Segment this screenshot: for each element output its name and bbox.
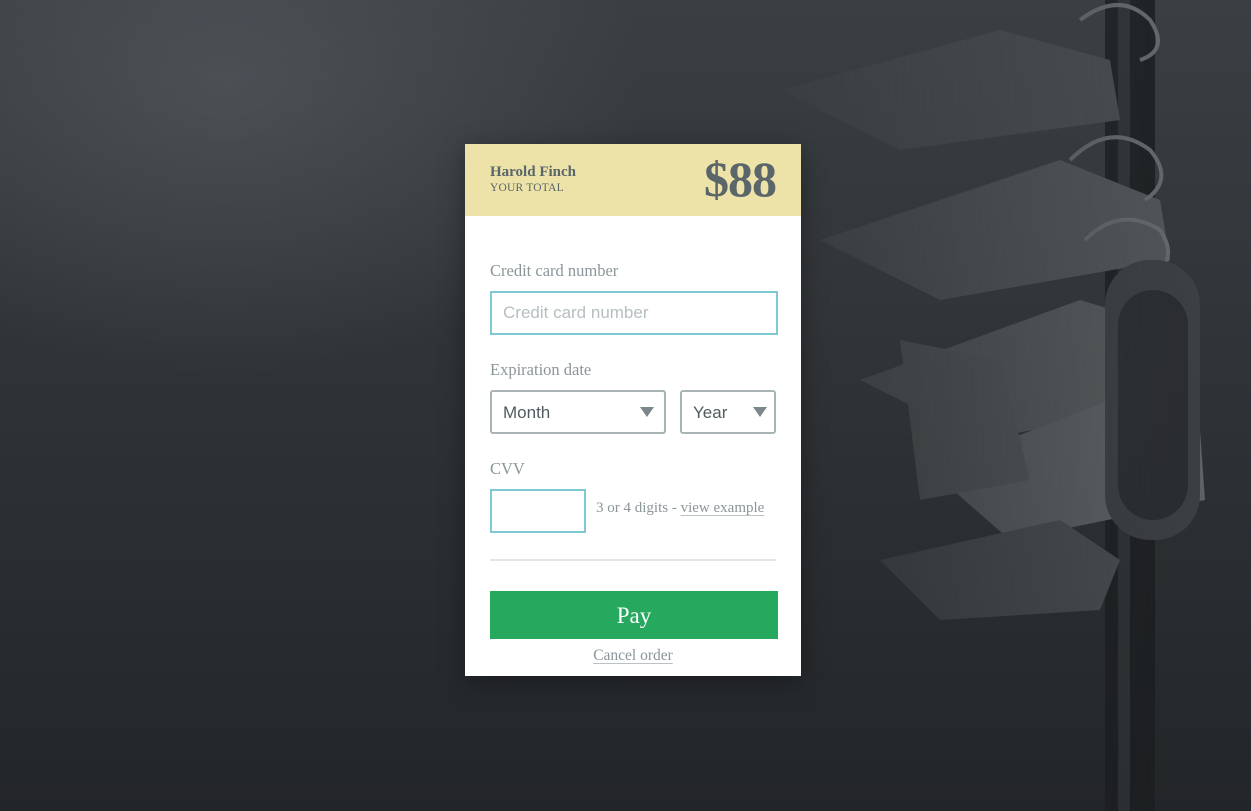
caret-down-icon: [753, 407, 767, 417]
cvv-input[interactable]: [490, 489, 586, 533]
total-label: YOUR TOTAL: [490, 182, 564, 194]
card-number-label: Credit card number: [490, 261, 619, 280]
view-example-link[interactable]: view example: [681, 500, 765, 516]
cvv-hint: 3 or 4 digits - view example: [596, 500, 764, 517]
order-summary-header: Harold Finch YOUR TOTAL $88: [465, 144, 801, 216]
cvv-label: CVV: [490, 459, 525, 478]
month-select-value: Month: [503, 403, 551, 422]
expiration-date-label: Expiration date: [490, 360, 592, 379]
cancel-order-container: Cancel order: [465, 647, 801, 665]
customer-name: Harold Finch: [490, 164, 576, 180]
caret-down-icon: [640, 407, 654, 417]
total-amount: $88: [704, 151, 777, 207]
payment-card: Harold Finch YOUR TOTAL $88 Credit card …: [465, 144, 801, 676]
cvv-hint-text: 3 or 4 digits -: [596, 500, 681, 516]
year-select-value: Year: [693, 403, 728, 422]
month-select[interactable]: Month: [490, 390, 666, 434]
cancel-order-link[interactable]: Cancel order: [593, 647, 673, 664]
pay-button[interactable]: Pay: [490, 591, 778, 639]
card-number-input[interactable]: [490, 291, 778, 335]
divider: [490, 559, 776, 561]
year-select[interactable]: Year: [680, 390, 776, 434]
